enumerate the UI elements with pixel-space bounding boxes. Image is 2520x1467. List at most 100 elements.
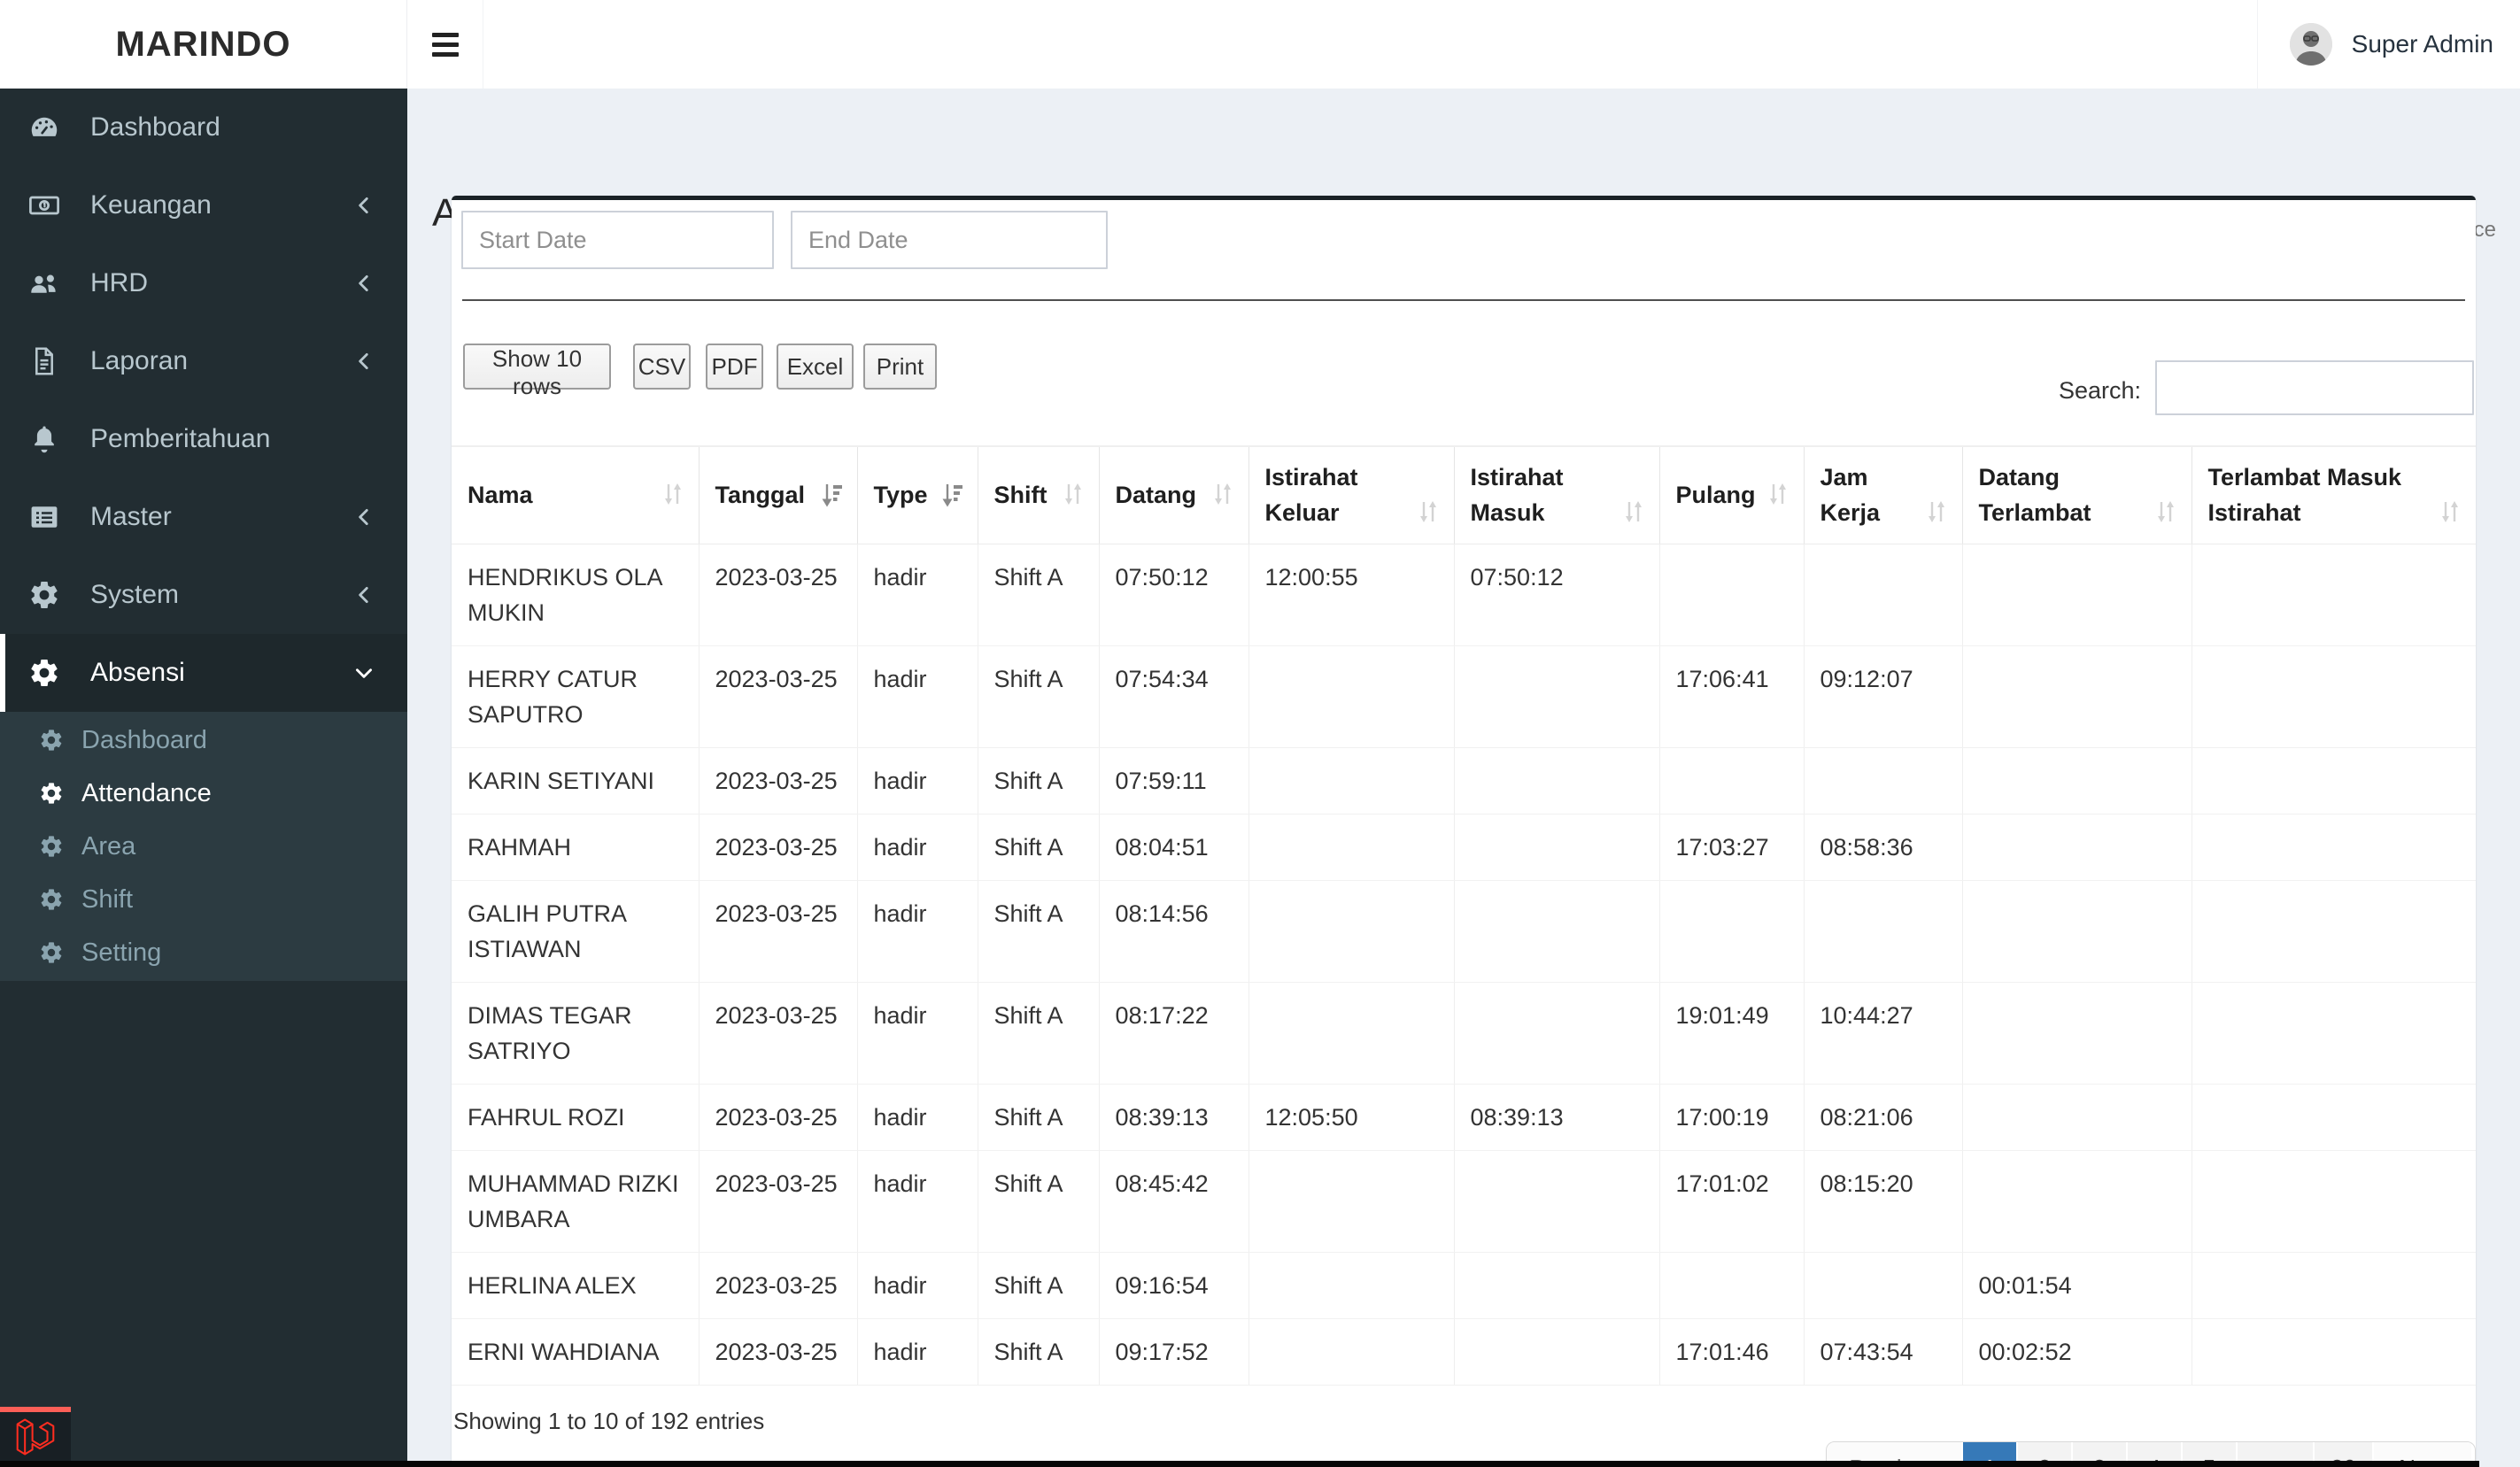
pdf-export-button[interactable]: PDF <box>706 344 763 390</box>
table-cell <box>1658 1252 1804 1319</box>
column-header-istirahat-masuk[interactable]: Istirahat Masuk <box>1453 446 1659 544</box>
table-cell <box>1961 544 2191 646</box>
sidebar-item-hrd[interactable]: HRD <box>0 244 407 322</box>
table-cell <box>1248 1252 1454 1319</box>
table-cell <box>1961 880 2191 983</box>
table-cell: hadir <box>856 982 978 1085</box>
user-menu[interactable]: Super Admin <box>2256 0 2520 89</box>
table-cell: hadir <box>856 645 978 748</box>
entries-summary: Showing 1 to 10 of 192 entries <box>453 1408 765 1434</box>
submenu-item-setting[interactable]: Setting <box>0 926 407 979</box>
column-header-nama[interactable]: Nama <box>452 446 699 544</box>
column-header-datang-terlambat[interactable]: Datang Terlambat <box>1961 446 2191 544</box>
sidebar: Dashboard Keuangan HRD Laporan Pemberita… <box>0 89 407 1467</box>
table-cell <box>2191 982 2476 1085</box>
hamburger-icon <box>431 42 459 47</box>
table-cell: 08:04:51 <box>1098 814 1248 881</box>
table-cell: Shift A <box>977 1252 1099 1319</box>
gear-icon <box>39 834 64 859</box>
table-cell: 09:16:54 <box>1098 1252 1248 1319</box>
column-header-tanggal[interactable]: Tanggal <box>698 446 857 544</box>
table-cell: MUHAMMAD RIZKI UMBARA <box>452 1150 699 1253</box>
table-row: MUHAMMAD RIZKI UMBARA 2023-03-25 hadir Shif… <box>452 1150 2476 1253</box>
table-cell: 2023-03-25 <box>698 544 857 646</box>
table-cell <box>1248 880 1454 983</box>
dashboard-icon <box>28 112 60 143</box>
table-cell: hadir <box>856 880 978 983</box>
sidebar-item-master[interactable]: Master <box>0 478 407 556</box>
sidebar-item-dashboard[interactable]: Dashboard <box>0 89 407 166</box>
table-cell: Shift A <box>977 982 1099 1085</box>
table-cell <box>1453 880 1659 983</box>
excel-export-button[interactable]: Excel <box>777 344 854 390</box>
table-cell <box>2191 1318 2476 1386</box>
laravel-logo-icon <box>16 1416 55 1458</box>
end-date-input[interactable] <box>791 211 1108 269</box>
table-row: HERRY CATUR SAPUTRO 2023-03-25 hadir Shift … <box>452 645 2476 748</box>
column-header-istirahat-keluar[interactable]: Istirahat Keluar <box>1248 446 1454 544</box>
sidebar-item-absensi[interactable]: Absensi <box>0 634 407 712</box>
sort-amount-icon <box>940 481 963 509</box>
table-cell <box>1803 1252 1962 1319</box>
divider <box>462 299 2465 301</box>
table-cell: Shift A <box>977 544 1099 646</box>
table-cell: hadir <box>856 814 978 881</box>
column-header-pulang[interactable]: Pulang <box>1658 446 1804 544</box>
table-cell: Shift A <box>977 880 1099 983</box>
show-rows-button[interactable]: Show 10 rows <box>463 344 611 399</box>
start-date-input[interactable] <box>461 211 774 269</box>
table-row: GALIH PUTRA ISTIAWAN 2023-03-25 hadir Shift… <box>452 880 2476 983</box>
table-cell <box>2191 1252 2476 1319</box>
table-cell <box>1803 747 1962 815</box>
table-cell: 08:17:22 <box>1098 982 1248 1085</box>
sidebar-toggle-button[interactable] <box>407 0 483 89</box>
attendance-table: Nama Tanggal Type Shift Datang Istirahat… <box>452 445 2476 1386</box>
submenu-item-dashboard[interactable]: Dashboard <box>0 714 407 767</box>
table-cell <box>1248 814 1454 881</box>
gear-icon <box>39 940 64 965</box>
table-cell: 08:21:06 <box>1803 1084 1962 1151</box>
absensi-submenu: Dashboard Attendance Area Shift Setting <box>0 712 407 981</box>
avatar <box>2289 23 2332 66</box>
column-header-terlambat-masuk-istirahat[interactable]: Terlambat Masuk Istirahat <box>2191 446 2476 544</box>
sort-icon <box>1417 497 1440 527</box>
column-header-datang[interactable]: Datang <box>1098 446 1248 544</box>
table-cell: HERRY CATUR SAPUTRO <box>452 645 699 748</box>
gear-icon <box>28 579 60 611</box>
column-header-shift[interactable]: Shift <box>977 446 1099 544</box>
submenu-item-attendance[interactable]: Attendance <box>0 767 407 820</box>
table-cell: RAHMAH <box>452 814 699 881</box>
submenu-item-area[interactable]: Area <box>0 820 407 873</box>
csv-export-button[interactable]: CSV <box>633 344 691 390</box>
file-icon <box>28 345 60 377</box>
table-row: HENDRIKUS OLA MUKIN 2023-03-25 hadir Shift … <box>452 544 2476 646</box>
print-button[interactable]: Print <box>863 344 937 390</box>
table-cell: 17:01:46 <box>1658 1318 1804 1386</box>
table-cell: 09:17:52 <box>1098 1318 1248 1386</box>
brand-logo[interactable]: MARINDO <box>0 0 407 89</box>
table-cell: Shift A <box>977 1318 1099 1386</box>
table-cell: 07:43:54 <box>1803 1318 1962 1386</box>
table-cell: hadir <box>856 1252 978 1319</box>
bell-icon <box>28 423 60 455</box>
column-header-type[interactable]: Type <box>856 446 978 544</box>
column-header-jam-kerja[interactable]: Jam Kerja <box>1803 446 1962 544</box>
gear-icon <box>39 781 64 806</box>
table-cell: 07:50:12 <box>1098 544 1248 646</box>
debugbar-toggle-button[interactable] <box>0 1407 71 1461</box>
sidebar-item-pemberitahuan[interactable]: Pemberitahuan <box>0 400 407 478</box>
table-cell: FAHRUL ROZI <box>452 1084 699 1151</box>
sort-icon <box>2439 497 2462 527</box>
table-cell: 19:01:49 <box>1658 982 1804 1085</box>
sort-amount-icon <box>820 481 843 509</box>
table-row: FAHRUL ROZI 2023-03-25 hadir Shift A 08:39:1… <box>452 1084 2476 1151</box>
sidebar-item-system[interactable]: System <box>0 556 407 634</box>
submenu-item-label: Area <box>81 831 136 861</box>
sidebar-item-keuangan[interactable]: Keuangan <box>0 166 407 244</box>
submenu-item-shift[interactable]: Shift <box>0 873 407 926</box>
search-input[interactable] <box>2155 360 2474 415</box>
chevron-left-icon <box>352 506 375 529</box>
table-cell <box>1248 747 1454 815</box>
table-cell: 08:45:42 <box>1098 1150 1248 1253</box>
sidebar-item-laporan[interactable]: Laporan <box>0 322 407 400</box>
